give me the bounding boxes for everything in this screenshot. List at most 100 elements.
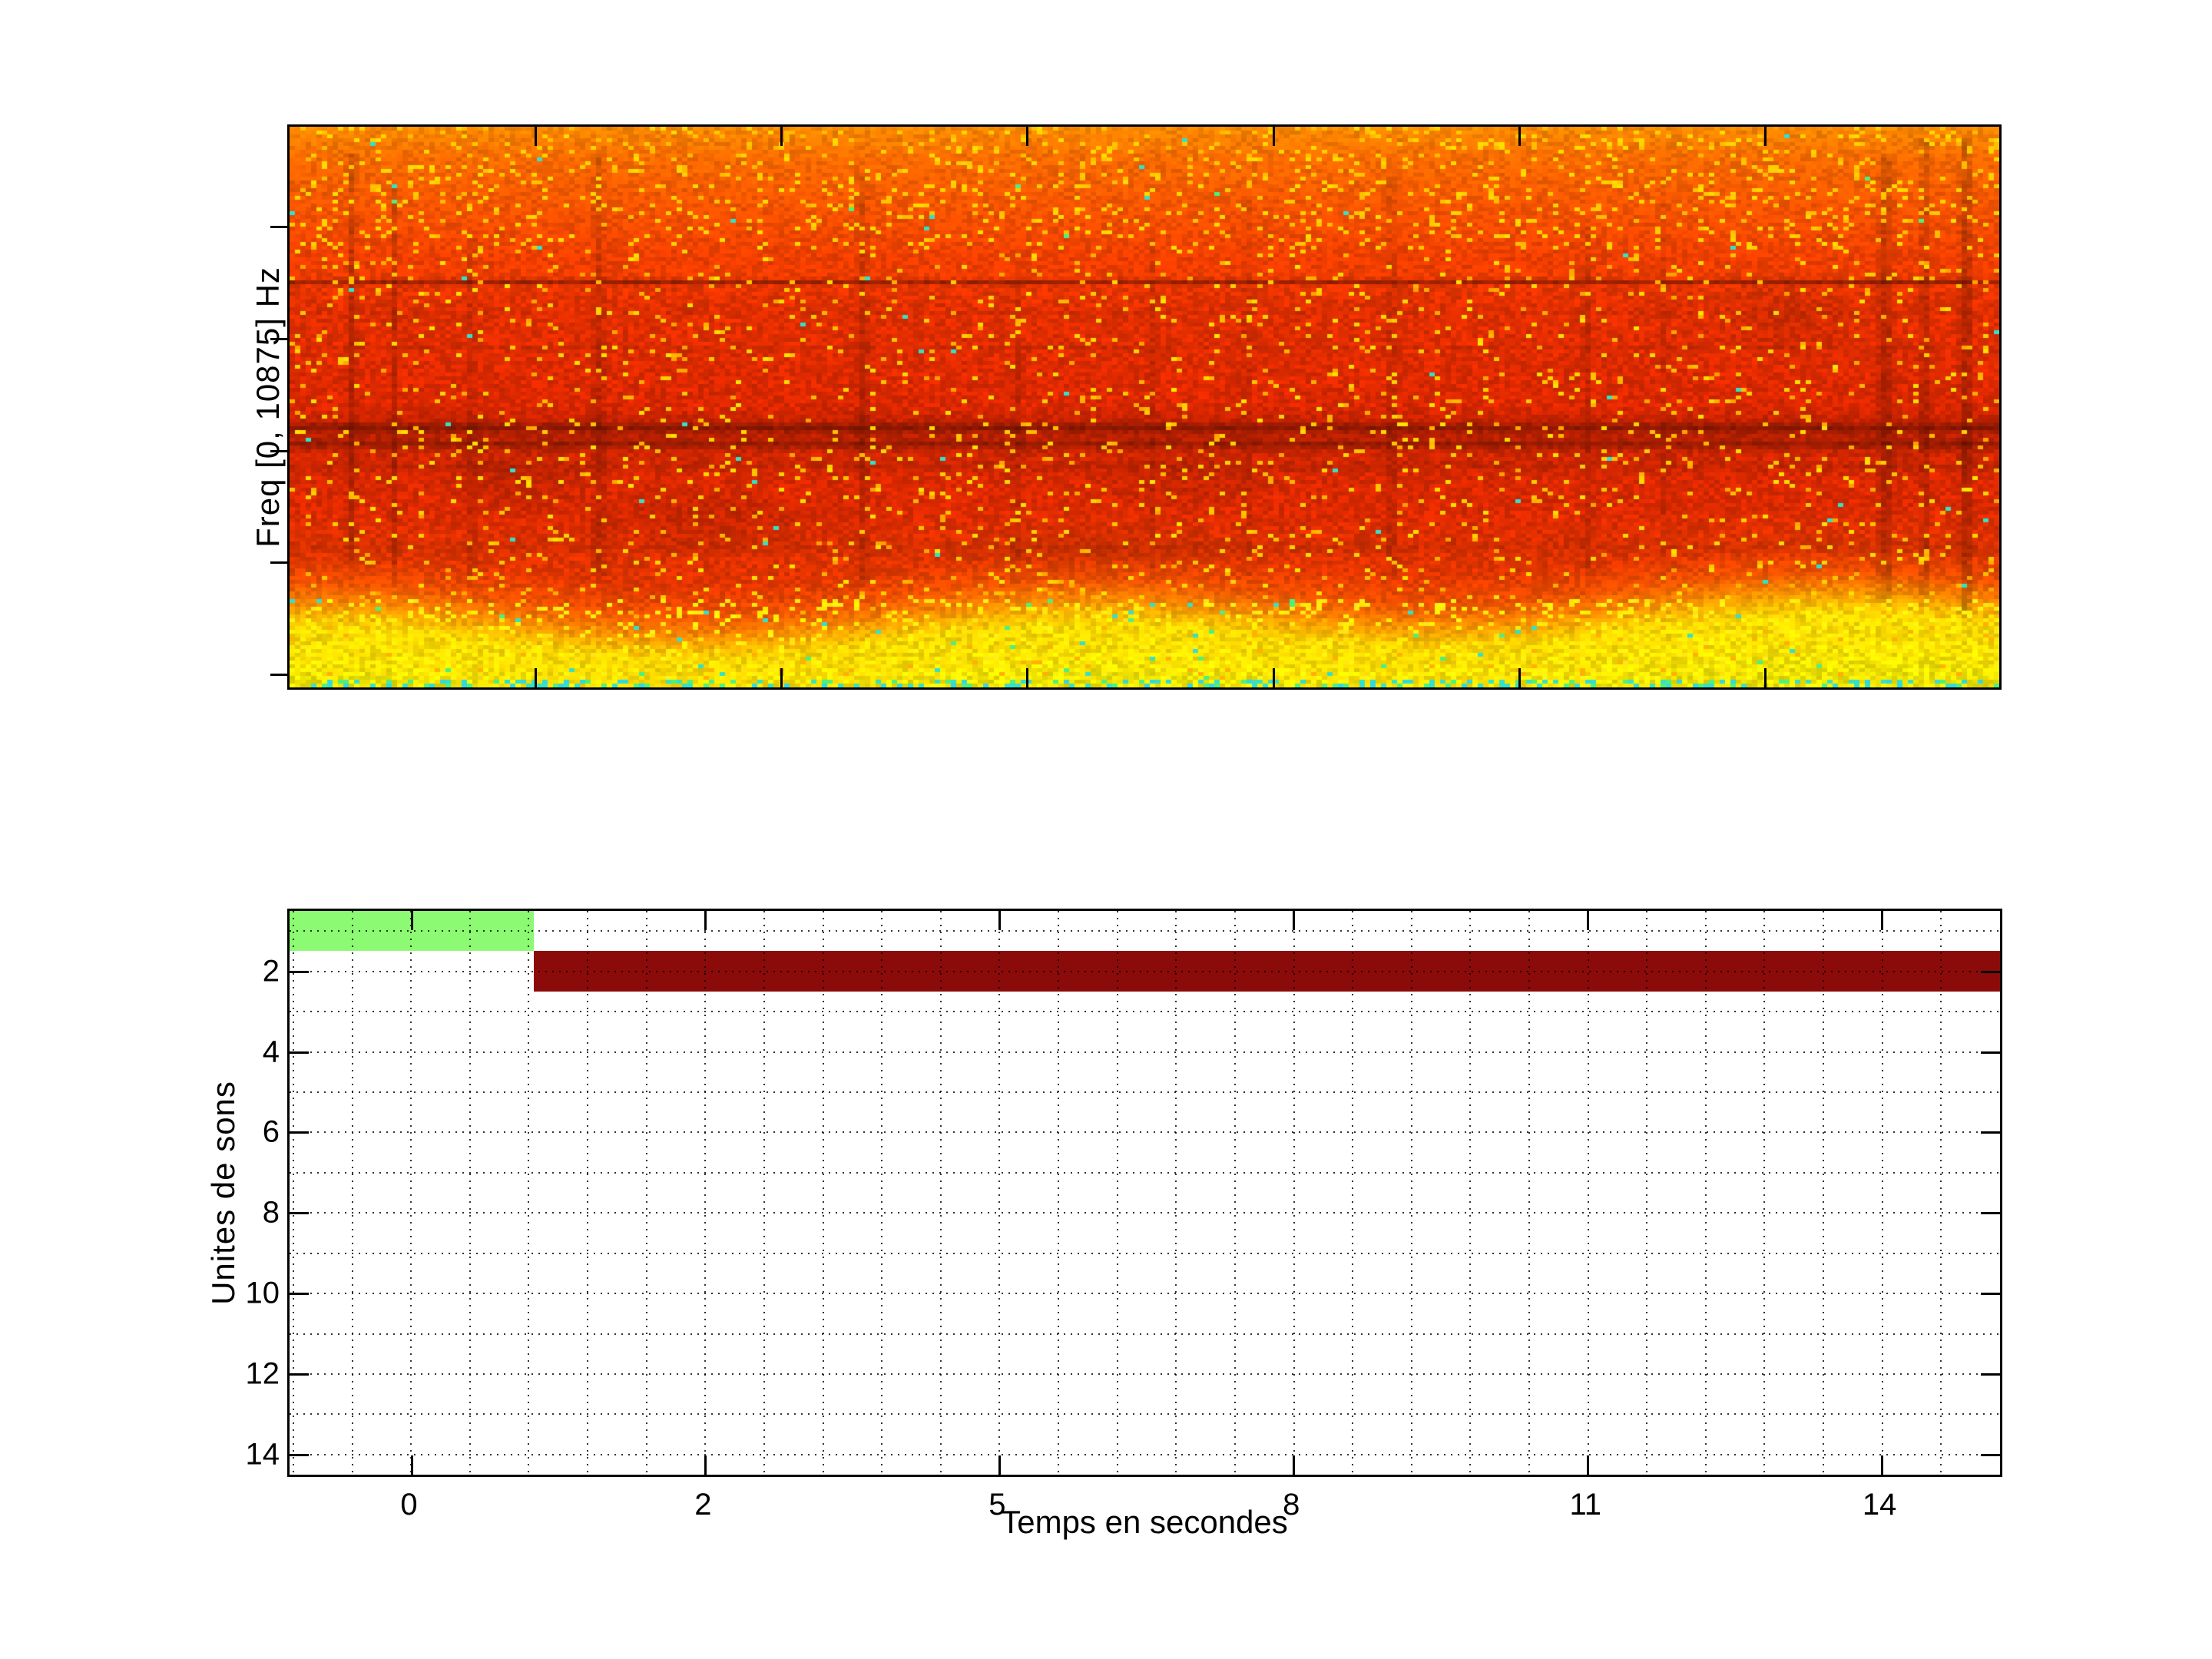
gridline-vertical — [410, 911, 412, 1475]
x-tick-mark — [998, 1455, 1002, 1475]
x-tick-label: 14 — [1862, 1488, 1897, 1522]
gridline-vertical — [1528, 911, 1530, 1475]
gridline-vertical — [1646, 911, 1648, 1475]
y-tick-label: 10 — [245, 1276, 280, 1310]
figure-canvas: Freq [0, 10875] Hz 0 2 5 8 11 14 2 4 6 8 10 12 14 U… — [0, 0, 2212, 1659]
gridline-vertical — [763, 911, 765, 1475]
gridline-horizontal — [290, 1252, 2000, 1254]
spectrogram-image — [290, 127, 1999, 687]
x-tick-label: 11 — [1569, 1488, 1602, 1522]
y-tick-mark — [290, 1373, 309, 1376]
x-tick-mark — [1881, 1455, 1884, 1475]
gridline-vertical — [1763, 911, 1766, 1475]
gridline-horizontal — [290, 1453, 2000, 1455]
gridline-vertical — [1940, 911, 1942, 1475]
y-tick-mark — [1981, 1051, 2000, 1054]
x-tick-mark — [780, 127, 783, 146]
x-tick-mark — [780, 668, 783, 687]
gridline-vertical — [1410, 911, 1412, 1475]
y-tick-mark — [1981, 1131, 2000, 1134]
gridline-vertical — [1175, 911, 1177, 1475]
gridline-vertical — [1587, 911, 1589, 1475]
gridline-vertical — [998, 911, 1001, 1475]
y-tick-mark — [270, 225, 287, 228]
x-tick-mark — [1763, 127, 1767, 146]
y-tick-mark — [290, 1131, 309, 1134]
y-tick-mark — [290, 970, 309, 973]
x-tick-mark — [998, 911, 1002, 930]
gridline-vertical — [469, 911, 471, 1475]
gridline-horizontal — [290, 1373, 2000, 1375]
y-tick-mark — [290, 1051, 309, 1054]
x-tick-mark — [1026, 127, 1029, 146]
gridline-vertical — [1469, 911, 1472, 1475]
gridline-horizontal — [290, 1051, 2000, 1053]
y-tick-label: 2 — [262, 954, 280, 988]
activity-plot — [287, 909, 2002, 1477]
x-tick-mark — [1518, 668, 1521, 687]
gridline-vertical — [1116, 911, 1118, 1475]
x-tick-mark — [1272, 668, 1275, 687]
x-tick-mark — [1272, 127, 1275, 146]
gridline-vertical — [1881, 911, 1883, 1475]
gridline-vertical — [351, 911, 353, 1475]
activity-xlabel: Temps en secondes — [1001, 1504, 1288, 1540]
gridline-vertical — [1058, 911, 1060, 1475]
gridline-vertical — [1233, 911, 1236, 1475]
gridline-horizontal — [290, 1171, 2000, 1174]
x-tick-mark — [410, 911, 413, 930]
y-tick-mark — [1981, 1453, 2000, 1456]
x-tick-mark — [1587, 911, 1590, 930]
y-tick-label: 12 — [245, 1356, 280, 1391]
x-tick-mark — [1293, 1455, 1296, 1475]
gridline-horizontal — [290, 1212, 2000, 1214]
x-tick-mark — [1026, 668, 1029, 687]
gridline-horizontal — [290, 1011, 2000, 1013]
gridline-horizontal — [290, 1293, 2000, 1295]
spectrogram-ylabel: Freq [0, 10875] Hz — [250, 267, 286, 548]
gridline-vertical — [704, 911, 707, 1475]
gridline-vertical — [1823, 911, 1825, 1475]
gridline-vertical — [822, 911, 824, 1475]
x-tick-mark — [535, 668, 538, 687]
x-tick-mark — [410, 1455, 413, 1475]
y-tick-mark — [290, 1212, 309, 1215]
x-tick-mark — [1518, 127, 1521, 146]
activity-ylabel: Unites de sons — [205, 1081, 241, 1305]
gridline-horizontal — [290, 970, 2000, 972]
y-tick-label: 14 — [245, 1437, 280, 1472]
gridline-vertical — [587, 911, 589, 1475]
x-tick-mark — [704, 911, 707, 930]
gridline-horizontal — [290, 1091, 2000, 1093]
x-tick-mark — [1881, 911, 1884, 930]
gridline-vertical — [881, 911, 883, 1475]
gridline-vertical — [645, 911, 647, 1475]
spectrogram-plot — [270, 124, 2002, 690]
x-tick-label: 2 — [694, 1488, 712, 1522]
gridline-horizontal — [290, 1413, 2000, 1416]
y-tick-mark — [1981, 1373, 2000, 1376]
y-tick-mark — [1981, 970, 2000, 973]
x-tick-label: 0 — [400, 1488, 418, 1522]
y-tick-mark — [290, 1453, 309, 1456]
gridline-vertical — [1352, 911, 1354, 1475]
gridline-vertical — [1293, 911, 1295, 1475]
y-tick-label: 4 — [262, 1035, 280, 1068]
y-tick-mark — [270, 674, 287, 677]
gridline-horizontal — [290, 1131, 2000, 1134]
gridline-vertical — [528, 911, 530, 1475]
gridline-vertical — [1704, 911, 1707, 1475]
x-tick-mark — [1763, 668, 1767, 687]
x-tick-mark — [704, 1455, 707, 1475]
y-tick-label: 8 — [262, 1195, 280, 1230]
y-tick-mark — [290, 1293, 309, 1296]
x-tick-mark — [1293, 911, 1296, 930]
gridline-vertical — [292, 911, 294, 1475]
gridline-vertical — [939, 911, 942, 1475]
gridline-horizontal — [290, 1333, 2000, 1335]
y-tick-mark — [270, 561, 287, 565]
y-tick-label: 6 — [262, 1114, 280, 1149]
y-tick-mark — [1981, 1293, 2000, 1296]
gridline-horizontal — [290, 930, 2000, 932]
x-tick-mark — [1587, 1455, 1590, 1475]
